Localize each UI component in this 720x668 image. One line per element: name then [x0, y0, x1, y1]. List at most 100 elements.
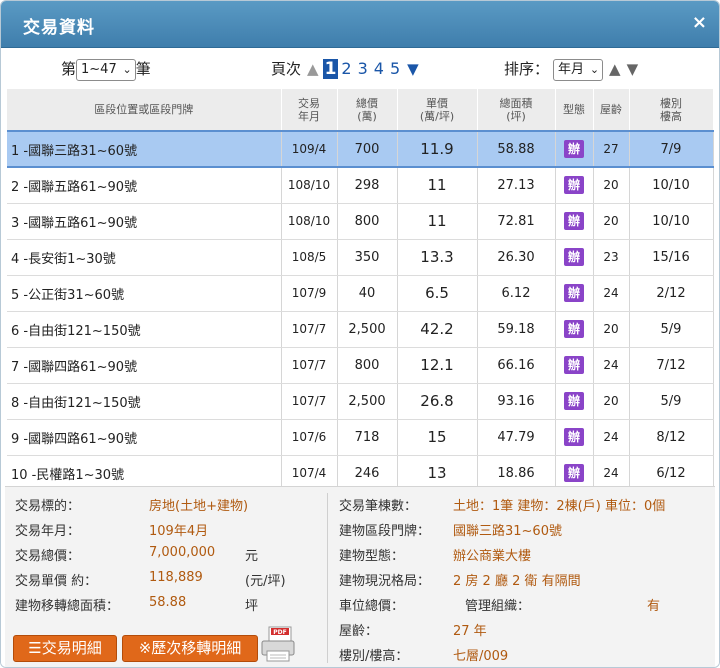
total-unit: 元: [245, 549, 259, 564]
table-row[interactable]: 5 -公正街31~60號 107/9 40 6.5 6.12 辦 24 2/12: [7, 275, 714, 312]
row-date: 107/7: [281, 383, 338, 420]
address-label: 建物區段門牌：: [339, 524, 431, 539]
building-type-label: 建物型態：: [339, 549, 405, 564]
row-age: 20: [593, 383, 630, 420]
transaction-detail-button[interactable]: ☰交易明細: [13, 635, 117, 662]
office-type-icon: 辦: [564, 212, 584, 230]
row-age: 20: [593, 311, 630, 348]
row-floor: 7/9: [629, 130, 714, 168]
area-unit: 坪: [245, 599, 259, 614]
header-text: 年月: [298, 109, 320, 123]
row-unit-price: 11: [397, 203, 478, 240]
table-row[interactable]: 1 -國聯三路31~60號 109/4 700 11.9 58.88 辦 27 7/9: [7, 130, 714, 168]
page-link[interactable]: 5: [390, 59, 400, 78]
record-suffix: 筆: [135, 60, 151, 78]
page-link[interactable]: 4: [374, 59, 384, 78]
address-value: 國聯三路31~60號: [453, 524, 562, 539]
col-date-header: 交易 年月: [281, 89, 338, 132]
row-area: 59.18: [477, 311, 556, 348]
row-floor: 10/10: [629, 167, 714, 204]
row-area: 58.88: [477, 130, 556, 168]
header-text: 總面積: [499, 96, 533, 110]
sort-control: 排序： 年月 ⌄ ▲ ▼: [504, 58, 638, 81]
row-type: 辦: [555, 167, 594, 204]
row-unit-price: 15: [397, 419, 478, 456]
row-area: 27.13: [477, 167, 556, 204]
col-unit-price-header: 單價 (萬/坪): [397, 89, 478, 132]
page-link[interactable]: 2: [341, 59, 351, 78]
row-address: 7 -國聯四路61~90號: [7, 347, 282, 384]
table-row[interactable]: 9 -國聯四路61~90號 107/6 718 15 47.79 辦 24 8/12: [7, 419, 714, 456]
page-up-icon[interactable]: ▲: [307, 60, 319, 78]
dialog-content: 第 1~47 ⌄ 筆 頁次 ▲ 1 2 3 4 5 ▼ 排序： 年月 ⌄ ▲ ▼ 區段位置或區段門牌 交易 年月…: [1, 48, 719, 667]
sort-select[interactable]: 年月 ⌄: [553, 58, 604, 81]
pager: 頁次 ▲ 1 2 3 4 5 ▼: [271, 58, 419, 79]
office-type-icon: 辦: [564, 320, 584, 338]
row-floor: 5/9: [629, 383, 714, 420]
row-date: 107/7: [281, 347, 338, 384]
sort-value: 年月: [558, 61, 585, 77]
date-value: 109年4月: [149, 524, 209, 539]
title-bar: 交易資料 ×: [1, 1, 719, 48]
record-range-select[interactable]: 1~47 ⌄: [76, 58, 136, 81]
sort-desc-icon[interactable]: ▼: [627, 60, 639, 78]
row-type: 辦: [555, 130, 594, 168]
page-link[interactable]: 3: [358, 59, 368, 78]
row-total-price: 700: [337, 130, 398, 168]
table-row[interactable]: 3 -國聯五路61~90號 108/10 800 11 72.81 辦 20 10/10: [7, 203, 714, 240]
row-area: 26.30: [477, 239, 556, 276]
pdf-label: PDF: [273, 629, 286, 636]
row-date: 107/7: [281, 311, 338, 348]
row-address: 8 -自由街121~150號: [7, 383, 282, 420]
pdf-print-icon[interactable]: PDF: [259, 625, 297, 663]
row-area: 6.12: [477, 275, 556, 312]
row-floor: 15/16: [629, 239, 714, 276]
row-address: 2 -國聯五路61~90號: [7, 167, 282, 204]
transaction-table: 區段位置或區段門牌 交易 年月 總價 (萬) 單價 (萬/坪) 總面積 (坪) 型態 屋齡 樓別 樓高 …: [7, 89, 714, 492]
building-type-value: 辦公商業大樓: [453, 549, 532, 564]
row-floor: 10/10: [629, 203, 714, 240]
total-value: 7,000,000: [149, 545, 216, 560]
header-text: 交易: [298, 96, 320, 110]
transfer-history-button[interactable]: ※歷次移轉明細: [122, 635, 258, 662]
row-date: 108/5: [281, 239, 338, 276]
table-row[interactable]: 6 -自由街121~150號 107/7 2,500 42.2 59.18 辦 20 5/9: [7, 311, 714, 348]
table-body: 1 -國聯三路31~60號 109/4 700 11.9 58.88 辦 27 7/9 2 -國…: [7, 130, 714, 492]
row-unit-price: 13.3: [397, 239, 478, 276]
unit-price-unit: (元/坪): [245, 574, 286, 589]
header-text: 屋齡: [600, 103, 622, 116]
row-floor: 7/12: [629, 347, 714, 384]
col-age-header: 屋齡: [593, 89, 630, 132]
management-value: 有: [647, 599, 661, 614]
row-unit-price: 11.9: [397, 130, 478, 168]
row-type: 辦: [555, 347, 594, 384]
age-value: 27 年: [453, 624, 487, 639]
table-row[interactable]: 2 -國聯五路61~90號 108/10 298 11 27.13 辦 20 10/10: [7, 167, 714, 204]
target-value: 房地(土地+建物): [149, 499, 249, 514]
office-type-icon: 辦: [564, 428, 584, 446]
header-text: (坪): [506, 109, 526, 123]
row-unit-price: 26.8: [397, 383, 478, 420]
table-row[interactable]: 8 -自由街121~150號 107/7 2,500 26.8 93.16 辦 20 5/9: [7, 383, 714, 420]
row-age: 24: [593, 419, 630, 456]
sort-asc-icon[interactable]: ▲: [609, 60, 621, 78]
header-text: 型態: [563, 103, 585, 116]
table-row[interactable]: 4 -長安街1~30號 108/5 350 13.3 26.30 辦 23 15/16: [7, 239, 714, 276]
office-type-icon: 辦: [564, 176, 584, 195]
layout-label: 建物現況格局：: [339, 574, 431, 589]
row-date: 109/4: [281, 130, 338, 168]
row-age: 20: [593, 203, 630, 240]
row-age: 20: [593, 167, 630, 204]
row-address: 5 -公正街31~60號: [7, 275, 282, 312]
header-text: (萬): [357, 109, 377, 123]
row-age: 24: [593, 347, 630, 384]
management-label: 管理組織：: [465, 599, 531, 614]
row-address: 6 -自由街121~150號: [7, 311, 282, 348]
page-down-icon[interactable]: ▼: [407, 60, 419, 78]
chevron-down-icon: ⌄: [589, 62, 600, 76]
table-row[interactable]: 7 -國聯四路61~90號 107/7 800 12.1 66.16 辦 24 7/12: [7, 347, 714, 384]
page-link-current[interactable]: 1: [322, 59, 339, 79]
row-address: 3 -國聯五路61~90號: [7, 203, 282, 240]
close-icon[interactable]: ×: [692, 14, 707, 32]
row-address: 9 -國聯四路61~90號: [7, 419, 282, 456]
